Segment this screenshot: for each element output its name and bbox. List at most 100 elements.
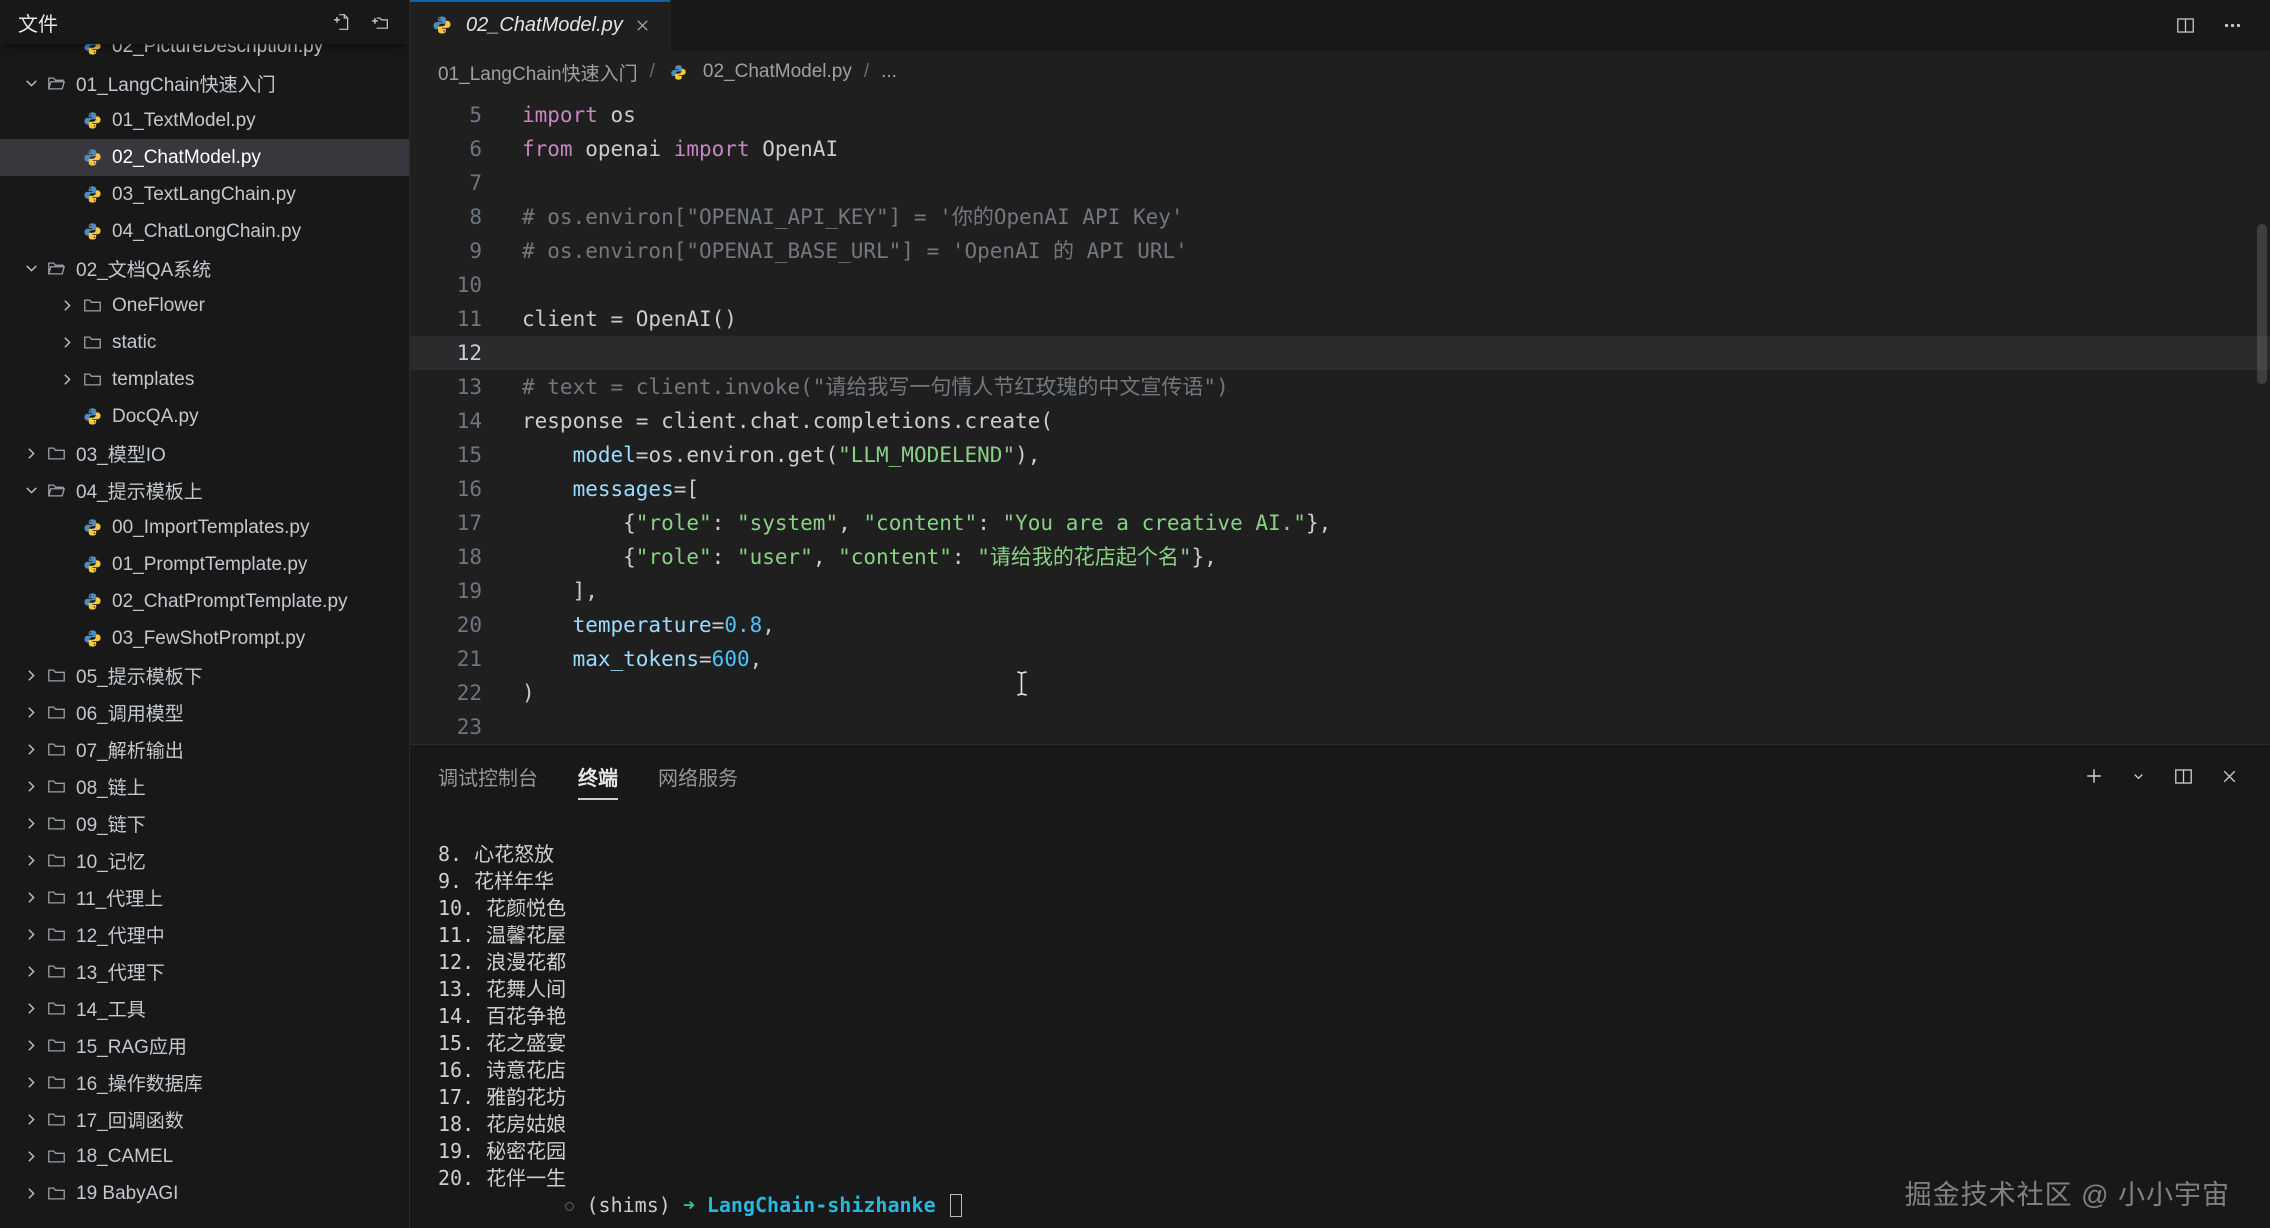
line-content: temperature=0.8, [482,608,775,642]
tree-folder-templates[interactable]: templates [0,361,409,398]
tab-close-icon[interactable] [635,18,650,33]
terminal-line: 13. 花舞人间 [438,976,2270,1003]
tree-item-label: 09_链下 [76,810,146,837]
code-line-21[interactable]: 21 max_tokens=600, [410,642,2270,676]
tree-folder-static[interactable]: static [0,324,409,361]
tree-item-label: 02_ChatModel.py [112,147,261,169]
tree-item-label: 12_代理中 [76,921,165,948]
code-editor[interactable]: 5import os6from openai import OpenAI78# … [410,94,2270,744]
panel-tab-调试控制台[interactable]: 调试控制台 [438,753,538,800]
close-icon [2221,768,2238,785]
split-editor-button[interactable] [2174,14,2197,37]
tree-item-label: 04_ChatLongChain.py [112,221,301,243]
chevron-right-icon [18,963,44,980]
tree-folder-12_代理中[interactable]: 12_代理中 [0,916,409,953]
tree-folder-13_代理下[interactable]: 13_代理下 [0,953,409,990]
code-line-8[interactable]: 8# os.environ["OPENAI_API_KEY"] = '你的Ope… [410,200,2270,234]
tree-folder-10_记忆[interactable]: 10_记忆 [0,842,409,879]
tree-folder-07_解析输出[interactable]: 07_解析输出 [0,731,409,768]
chevron-right-icon [18,1111,44,1128]
code-line-6[interactable]: 6from openai import OpenAI [410,132,2270,166]
panel-tab-网络服务[interactable]: 网络服务 [658,753,738,800]
split-editor-icon [2176,16,2195,35]
tree-file-02_ChatPromptTemplate.py[interactable]: 02_ChatPromptTemplate.py [0,583,409,620]
folder-icon [44,74,68,93]
folder-icon [44,1147,68,1166]
new-file-button[interactable] [331,11,353,33]
tree-folder-OneFlower[interactable]: OneFlower [0,287,409,324]
tree-folder-17_回调函数[interactable]: 17_回调函数 [0,1101,409,1138]
tree-folder-03_模型IO[interactable]: 03_模型IO [0,435,409,472]
tree-folder-02_文档QA系统[interactable]: 02_文档QA系统 [0,250,409,287]
tree-folder-19 BabyAGI[interactable]: 19 BabyAGI [0,1175,409,1212]
explorer-header-actions [331,11,391,33]
terminal-profile-dropdown[interactable] [2129,767,2148,786]
tree-folder-01_LangChain快速入门[interactable]: 01_LangChain快速入门 [0,65,409,102]
code-line-16[interactable]: 16 messages=[ [410,472,2270,506]
tree-folder-05_提示模板下[interactable]: 05_提示模板下 [0,657,409,694]
line-number: 22 [410,676,482,710]
tree-folder-08_链上[interactable]: 08_链上 [0,768,409,805]
tree-folder-16_操作数据库[interactable]: 16_操作数据库 [0,1064,409,1101]
editor-scrollbar[interactable] [2257,224,2267,384]
breadcrumb-folder[interactable]: 01_LangChain快速入门 [438,59,638,86]
code-line-11[interactable]: 11client = OpenAI() [410,302,2270,336]
code-line-19[interactable]: 19 ], [410,574,2270,608]
tree-folder-09_链下[interactable]: 09_链下 [0,805,409,842]
code-line-7[interactable]: 7 [410,166,2270,200]
tree-file-01_PromptTemplate.py[interactable]: 01_PromptTemplate.py [0,546,409,583]
tree-file-03_FewShotPrompt.py[interactable]: 03_FewShotPrompt.py [0,620,409,657]
split-terminal-button[interactable] [2172,765,2195,788]
tree-file-00_ImportTemplates.py[interactable]: 00_ImportTemplates.py [0,509,409,546]
tree-file-03_TextLangChain.py[interactable]: 03_TextLangChain.py [0,176,409,213]
tab-02-chatmodel[interactable]: 02_ChatModel.py [410,0,671,50]
tree-file-04_ChatLongChain.py[interactable]: 04_ChatLongChain.py [0,213,409,250]
tree-item-label: 03_TextLangChain.py [112,184,296,206]
tree-folder-18_CAMEL[interactable]: 18_CAMEL [0,1138,409,1175]
terminal[interactable]: 8. 心花怒放9. 花样年华10. 花颜悦色11. 温馨花屋12. 浪漫花都13… [410,807,2270,1228]
tree-item-label: DocQA.py [112,406,199,428]
tree-file-01_TextModel.py[interactable]: 01_TextModel.py [0,102,409,139]
file-tree[interactable]: 02_PictureDescription.py01_LangChain快速入门… [0,44,409,1228]
new-folder-button[interactable] [369,11,391,33]
more-actions-button[interactable] [2221,14,2244,37]
code-line-15[interactable]: 15 model=os.environ.get("LLM_MODELEND"), [410,438,2270,472]
tree-folder-04_提示模板上[interactable]: 04_提示模板上 [0,472,409,509]
new-terminal-button[interactable] [2083,765,2105,787]
line-content: {"role": "user", "content": "请给我的花店起个名"}… [482,540,1217,574]
close-panel-button[interactable] [2219,766,2240,787]
tree-folder-06_调用模型[interactable]: 06_调用模型 [0,694,409,731]
line-number: 19 [410,574,482,608]
panel-tab-终端[interactable]: 终端 [578,753,618,800]
folder-icon [44,962,68,981]
tree-folder-14_工具[interactable]: 14_工具 [0,990,409,1027]
prompt-arrow: ➜ [683,1192,695,1219]
tree-folder-15_RAG应用[interactable]: 15_RAG应用 [0,1027,409,1064]
code-line-13[interactable]: 13# text = client.invoke("请给我写一句情人节红玫瑰的中… [410,370,2270,404]
code-line-22[interactable]: 22) [410,676,2270,710]
code-line-17[interactable]: 17 {"role": "system", "content": "You ar… [410,506,2270,540]
code-line-18[interactable]: 18 {"role": "user", "content": "请给我的花店起个… [410,540,2270,574]
folder-icon [44,740,68,759]
tree-file-02_ChatModel.py[interactable]: 02_ChatModel.py [0,139,409,176]
code-line-5[interactable]: 5import os [410,98,2270,132]
code-line-14[interactable]: 14response = client.chat.completions.cre… [410,404,2270,438]
tree-folder-11_代理上[interactable]: 11_代理上 [0,879,409,916]
code-line-9[interactable]: 9# os.environ["OPENAI_BASE_URL"] = 'Open… [410,234,2270,268]
code-line-20[interactable]: 20 temperature=0.8, [410,608,2270,642]
chevron-right-icon [18,852,44,869]
tree-file-DocQA.py[interactable]: DocQA.py [0,398,409,435]
code-line-10[interactable]: 10 [410,268,2270,302]
code-line-12[interactable]: 12 [410,336,2270,370]
tree-file-02_PictureDescription.py[interactable]: 02_PictureDescription.py [0,44,409,65]
line-number: 14 [410,404,482,438]
tree-item-label: 17_回调函数 [76,1106,184,1133]
line-number: 17 [410,506,482,540]
python-file-icon [80,44,104,56]
breadcrumb-file[interactable]: 02_ChatModel.py [703,61,852,83]
tab-title: 02_ChatModel.py [466,14,623,37]
tree-item-label: 03_FewShotPrompt.py [112,628,305,650]
prompt-venv: (shims) [587,1192,671,1219]
code-line-23[interactable]: 23 [410,710,2270,744]
breadcrumb-more[interactable]: ... [881,61,897,83]
